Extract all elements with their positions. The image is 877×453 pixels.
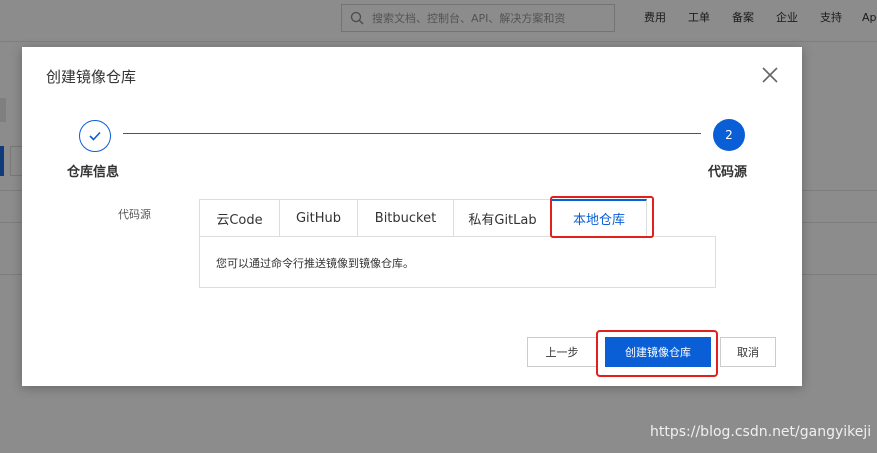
create-repository-dialog: 创建镜像仓库 2 仓库信息 代码源 代码源 云Code GitHub Bitbu… <box>22 47 802 386</box>
tab-private-gitlab[interactable]: 私有GitLab <box>453 199 551 237</box>
close-icon[interactable] <box>760 65 780 85</box>
step-2-label: 代码源 <box>708 165 748 180</box>
tab-panel: 您可以通过命令行推送镜像到镜像仓库。 <box>199 236 716 288</box>
tab-cloud-code[interactable]: 云Code <box>199 199 279 237</box>
panel-description: 您可以通过命令行推送镜像到镜像仓库。 <box>216 257 414 270</box>
highlight-box-tab <box>550 196 654 238</box>
dialog-title: 创建镜像仓库 <box>46 68 137 86</box>
highlight-box-button <box>596 330 718 377</box>
tab-github[interactable]: GitHub <box>279 199 357 237</box>
code-source-label: 代码源 <box>118 208 151 221</box>
step-1-indicator <box>79 120 111 152</box>
previous-step-button[interactable]: 上一步 <box>527 337 597 367</box>
tab-bitbucket[interactable]: Bitbucket <box>357 199 453 237</box>
check-icon <box>89 131 101 141</box>
stepper-line <box>123 133 701 134</box>
watermark-text: https://blog.csdn.net/gangyikeji <box>650 424 872 440</box>
step-1-label: 仓库信息 <box>67 165 120 180</box>
cancel-button[interactable]: 取消 <box>720 337 776 367</box>
step-2-indicator: 2 <box>713 119 745 151</box>
